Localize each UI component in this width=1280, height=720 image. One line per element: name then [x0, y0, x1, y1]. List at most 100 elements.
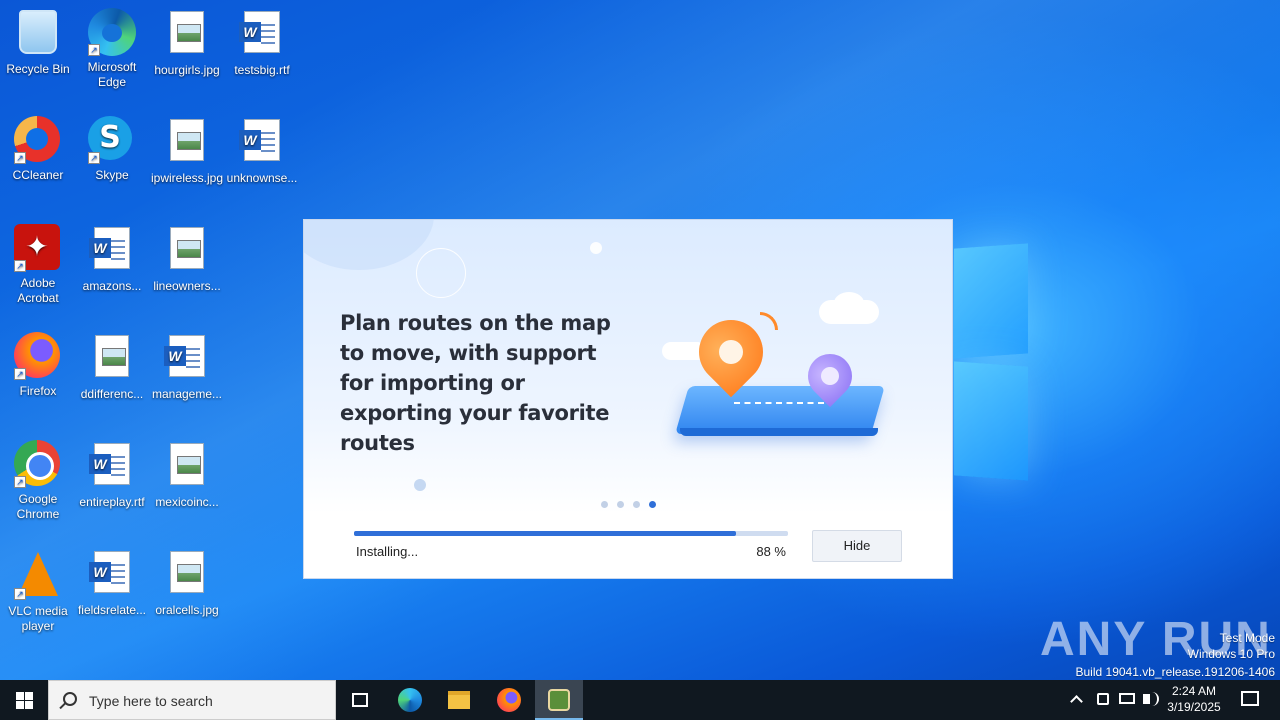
word-file-icon-graphic: W	[239, 11, 280, 53]
installer-app-icon	[548, 689, 570, 711]
desktop-icon[interactable]: Wentireplay.rtf	[74, 440, 150, 510]
text-line	[111, 258, 125, 260]
windows-logo-icon	[16, 692, 24, 700]
image-file-icon-graphic	[170, 227, 204, 269]
task-view-icon	[352, 693, 368, 707]
device-icon	[1097, 693, 1109, 705]
taskbar-edge-button[interactable]	[386, 680, 434, 720]
start-button[interactable]	[0, 680, 48, 720]
word-file-icon: W	[238, 11, 286, 59]
desktop-icon[interactable]: mexicoinc...	[149, 440, 225, 510]
word-file-icon: W	[163, 335, 211, 383]
tray-device-icon[interactable]	[1094, 680, 1112, 720]
word-file-icon-graphic: W	[164, 335, 205, 377]
taskbar-search-box[interactable]: Type here to search	[48, 680, 336, 720]
word-file-icon: W	[238, 119, 286, 167]
taskbar-clock[interactable]: 2:24 AM 3/19/2025	[1160, 683, 1228, 715]
image-file-icon	[163, 443, 211, 491]
desktop-icon[interactable]: Recycle Bin	[0, 8, 76, 77]
firefox-icon: ↗	[14, 332, 62, 380]
image-file-icon-graphic	[170, 443, 204, 485]
desktop-icon[interactable]: Wfieldsrelate...	[74, 548, 150, 618]
desktop-icon-label: testsbig.rtf	[234, 63, 290, 77]
test-mode-label: Test Mode	[1219, 631, 1275, 645]
image-file-icon-graphic	[170, 11, 204, 53]
progress-bar	[354, 531, 788, 536]
ccleaner-icon: ↗	[14, 116, 62, 164]
carousel-dot[interactable]	[633, 501, 640, 508]
desktop-icon[interactable]: ↗ Google Chrome	[0, 440, 76, 522]
shortcut-arrow-icon: ↗	[14, 368, 26, 380]
desktop-icon[interactable]: ipwireless.jpg	[149, 116, 225, 186]
wallpaper-logo-pane	[954, 361, 1028, 481]
show-hidden-icons-button[interactable]	[1068, 680, 1088, 720]
edge-icon: ↗	[88, 8, 136, 56]
text-line	[186, 366, 200, 368]
shortcut-arrow-icon: ↗	[14, 476, 26, 488]
task-view-button[interactable]	[336, 680, 384, 720]
desktop-icon[interactable]: Wtestsbig.rtf	[224, 8, 300, 78]
word-letter-icon: W	[239, 130, 261, 150]
desktop-icon[interactable]: ↗ Microsoft Edge	[74, 8, 150, 90]
image-file-icon-graphic	[95, 335, 129, 377]
word-letter-icon: W	[239, 22, 261, 42]
text-line	[261, 144, 275, 146]
desktop-icon[interactable]: ✦ ↗ Adobe Acrobat	[0, 224, 76, 306]
recycle-bin-icon-graphic	[19, 10, 57, 54]
carousel-dot[interactable]	[649, 501, 656, 508]
carousel-dot[interactable]	[617, 501, 624, 508]
os-edition-label: Windows 10 Pro	[1187, 647, 1275, 661]
install-status: Installing...	[356, 544, 419, 559]
desktop-icon[interactable]: ddifferenc...	[74, 332, 150, 402]
text-line	[186, 354, 200, 356]
desktop-icon[interactable]: Wmanageme...	[149, 332, 225, 402]
hide-button[interactable]: Hide	[812, 530, 902, 562]
desktop-icon[interactable]: ↗ Firefox	[0, 332, 76, 399]
skype-icon: S ↗	[88, 116, 136, 164]
desktop-icon[interactable]: ↗ CCleaner	[0, 116, 76, 183]
desktop-icon-label: Adobe Acrobat	[17, 276, 59, 305]
taskbar-installer-button[interactable]	[535, 680, 583, 720]
wallpaper-logo-pane	[954, 243, 1028, 359]
desktop-icon[interactable]: Wamazons...	[74, 224, 150, 294]
word-file-icon: W	[88, 227, 136, 275]
word-file-icon-graphic: W	[89, 227, 130, 269]
word-file-icon-graphic: W	[89, 551, 130, 593]
text-line	[261, 138, 275, 140]
desktop-icon[interactable]: lineowners...	[149, 224, 225, 294]
text-line	[111, 240, 125, 242]
desktop-icon-label: Firefox	[19, 384, 57, 398]
orange-pin-center	[719, 340, 743, 364]
text-line	[261, 150, 275, 152]
image-file-icon-graphic	[170, 119, 204, 161]
text-line	[111, 252, 125, 254]
tray-network-icon[interactable]	[1116, 680, 1138, 720]
desktop-icon[interactable]: Wunknownse...	[224, 116, 300, 186]
clock-time: 2:24 AM	[1171, 684, 1217, 698]
vlc-icon: ↗	[14, 552, 62, 600]
desktop-icon[interactable]: hourgirls.jpg	[149, 8, 225, 78]
taskbar-firefox-button[interactable]	[485, 680, 533, 720]
text-line	[111, 468, 125, 470]
tray-volume-icon[interactable]	[1140, 680, 1162, 720]
windows-logo-icon	[25, 692, 33, 700]
word-letter-icon: W	[89, 238, 111, 258]
text-line	[111, 582, 125, 584]
signal-icon	[760, 312, 778, 330]
volume-icon	[1143, 694, 1150, 704]
desktop-icon-label: Google Chrome	[16, 492, 60, 521]
text-line	[261, 30, 275, 32]
desktop-icon[interactable]: oralcells.jpg	[149, 548, 225, 618]
file-explorer-icon	[448, 691, 470, 709]
taskbar-file-explorer-button[interactable]	[435, 680, 483, 720]
desktop-icon[interactable]: S ↗ Skype	[74, 116, 150, 183]
action-center-button[interactable]	[1232, 680, 1268, 720]
desktop-icon-label: lineowners...	[153, 279, 221, 293]
desktop-icon-label: Recycle Bin	[6, 62, 70, 76]
map-plate	[675, 386, 885, 434]
recycle-bin-icon	[14, 10, 62, 58]
progress-percent: 88 %	[756, 544, 786, 559]
desktop-icon[interactable]: ↗ VLC media player	[0, 548, 76, 634]
installer-dialog: Plan routes on the map to move, with sup…	[303, 219, 953, 579]
carousel-dot[interactable]	[601, 501, 608, 508]
